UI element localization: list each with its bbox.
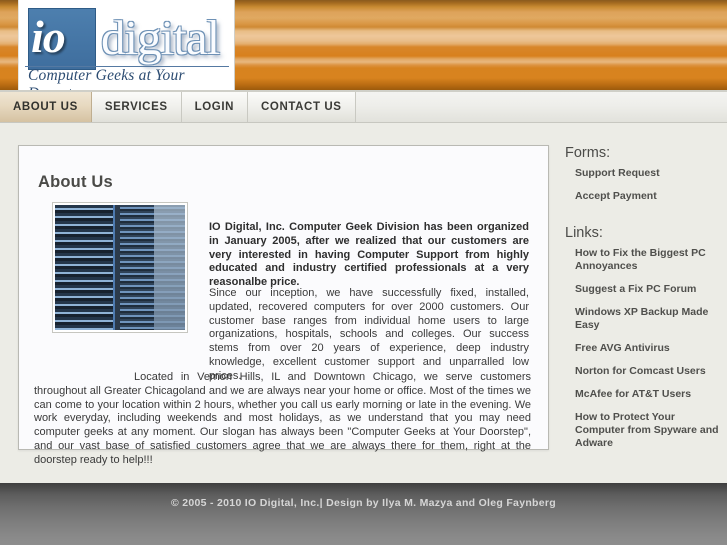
- nav-item-login[interactable]: LOGIN: [181, 92, 249, 122]
- logo-box[interactable]: io digital Computer Geeks at Your Doorst…: [18, 0, 235, 91]
- site-banner: io digital Computer Geeks at Your Doorst…: [0, 0, 727, 92]
- footer-copyright: © 2005 - 2010 IO Digital, Inc.| Design b…: [170, 497, 557, 509]
- logo-digital-text: digital: [101, 10, 220, 65]
- content-card: About Us IO Digital, Inc. Computer Geek …: [18, 145, 549, 466]
- nav-item-contact-us[interactable]: CONTACT US: [248, 92, 356, 122]
- sidebar-link-norton-for-comcast[interactable]: Norton for Comcast Users: [575, 365, 720, 378]
- page-body: About Us IO Digital, Inc. Computer Geek …: [0, 123, 727, 483]
- logo: io digital Computer Geeks at Your Doorst…: [19, 0, 234, 91]
- about-paragraph-3: Located in Vernon Hills, IL and Downtown…: [34, 371, 531, 466]
- sidebar-link-suggest-a-fix-pc-forum[interactable]: Suggest a Fix PC Forum: [575, 283, 720, 296]
- sidebar-link-windows-xp-backup[interactable]: Windows XP Backup Made Easy: [575, 306, 720, 332]
- sidebar-link-support-request[interactable]: Support Request: [575, 167, 720, 180]
- sidebar-link-fix-biggest-pc-annoyances[interactable]: How to Fix the Biggest PC Annoyances: [575, 247, 720, 273]
- nav-item-about-us[interactable]: ABOUT US: [0, 92, 92, 122]
- right-sidebar: Forms: Support Request Accept Payment Li…: [565, 145, 720, 460]
- page-title: About Us: [38, 173, 113, 192]
- sidebar-link-accept-payment[interactable]: Accept Payment: [575, 190, 720, 203]
- nav-list: ABOUT US SERVICES LOGIN CONTACT US: [0, 92, 727, 122]
- about-paragraph-1: IO Digital, Inc. Computer Geek Division …: [209, 221, 529, 289]
- logo-tagline: Computer Geeks at Your Doorstep: [28, 67, 185, 91]
- about-paragraph-2: Since our inception, we have successfull…: [209, 287, 529, 382]
- main-navigation: ABOUT US SERVICES LOGIN CONTACT US: [0, 92, 727, 123]
- sidebar-link-mcafee-for-att[interactable]: McAfee for AT&T Users: [575, 388, 720, 401]
- sidebar-heading-forms: Forms:: [565, 145, 611, 161]
- sidebar-heading-links: Links:: [565, 225, 603, 241]
- server-racks-photo-image: [55, 205, 185, 330]
- sidebar-link-protect-from-spyware[interactable]: How to Protect Your Computer from Spywar…: [575, 411, 720, 450]
- site-footer: © 2005 - 2010 IO Digital, Inc.| Design b…: [0, 483, 727, 545]
- server-racks-photo: [52, 202, 188, 333]
- nav-item-services[interactable]: SERVICES: [91, 92, 182, 122]
- sidebar-link-free-avg-antivirus[interactable]: Free AVG Antivirus: [575, 342, 720, 355]
- logo-io-text: io: [31, 11, 66, 62]
